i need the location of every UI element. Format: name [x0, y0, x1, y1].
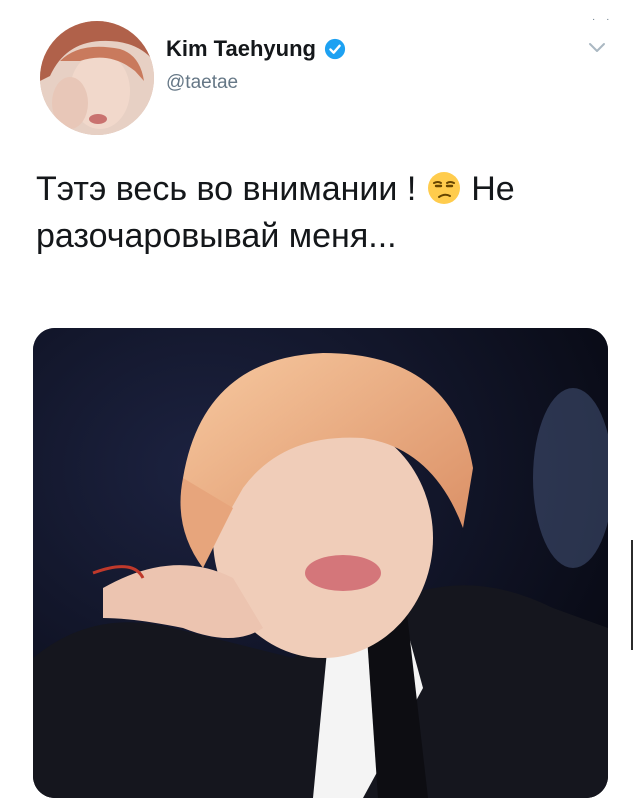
tweet-media-image[interactable]: [33, 328, 608, 798]
user-handle[interactable]: @taetae: [166, 72, 238, 94]
media-photo: [33, 328, 608, 798]
tweet-text-part-1: Тэтэ весь во внимании !: [36, 170, 426, 208]
profile-avatar[interactable]: [40, 21, 154, 135]
status-dots: · ·: [592, 14, 614, 25]
tweet-text: Тэтэ весь во внимании ! Не разочаровывай…: [36, 166, 604, 260]
name-row: Kim Taehyung: [166, 36, 346, 62]
scrollbar[interactable]: [631, 540, 633, 650]
display-name[interactable]: Kim Taehyung: [166, 36, 316, 62]
unamused-face-emoji-icon: [426, 170, 462, 206]
chevron-down-icon[interactable]: [586, 40, 608, 56]
avatar-image: [40, 21, 154, 135]
verified-badge-icon: [324, 38, 346, 60]
